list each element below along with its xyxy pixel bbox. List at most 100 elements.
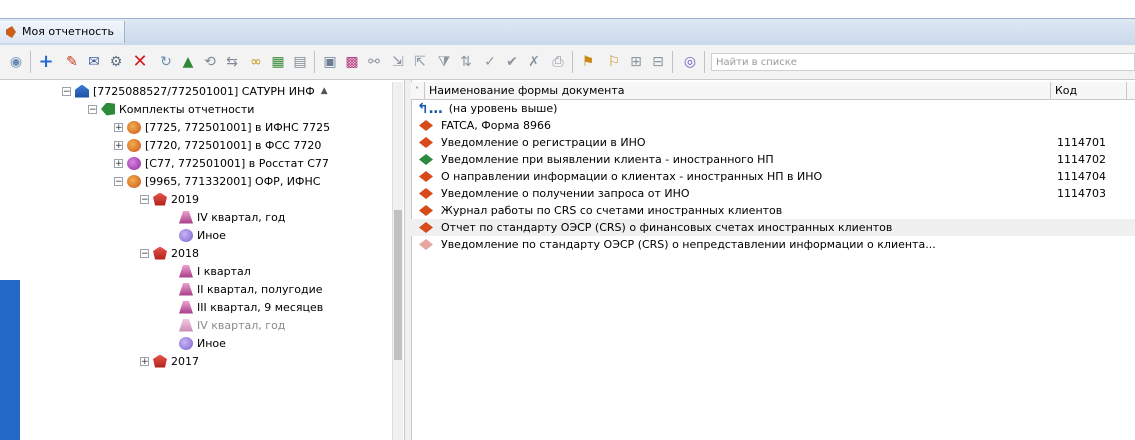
tree-node-2018-q2[interactable]: II квартал, полугодие <box>179 280 323 298</box>
scroll-up-icon[interactable]: ▲ <box>321 86 328 96</box>
table-row[interactable]: Уведомление при выявлении клиента - инос… <box>411 151 1135 168</box>
tree-node-organization[interactable]: − [7725088527/772501001] САТУРН ИНФ ▲ <box>62 82 328 100</box>
tree-node-2018-q3[interactable]: III квартал, 9 месяцев <box>179 298 323 316</box>
flow-icon[interactable]: ⚯ <box>364 52 384 72</box>
form-icon <box>419 239 433 250</box>
chart-icon[interactable]: ▩ <box>342 52 362 72</box>
tree-scrollbar[interactable] <box>392 82 403 440</box>
expand-icon[interactable]: + <box>114 158 123 168</box>
table-row[interactable]: Уведомление о регистрации в ИНО 1114701 <box>411 134 1135 151</box>
view-icon[interactable]: ◉ <box>6 52 26 72</box>
send-icon[interactable]: ✉ <box>84 52 104 72</box>
tree-node-2019-q4[interactable]: IV квартал, год <box>179 208 285 226</box>
app-icon <box>6 26 16 38</box>
export-icon[interactable]: ⇲ <box>388 52 408 72</box>
tree-node-ifns-7725[interactable]: + [7725, 772501001] в ИФНС 7725 <box>114 118 330 136</box>
tools-icon[interactable]: ⚙ <box>106 52 126 72</box>
document-icon[interactable]: ▤ <box>290 52 310 72</box>
tree-node-ofr-9965[interactable]: − [9965, 771332001] ОФР, ИФНС <box>114 172 320 190</box>
authority-icon <box>127 174 141 188</box>
form-icon <box>419 120 433 131</box>
expand-icon[interactable]: + <box>114 122 123 132</box>
period-icon <box>179 282 193 296</box>
tree-node-2019-other[interactable]: Иное <box>179 226 226 244</box>
table-row[interactable]: FATCA, Форма 8966 <box>411 117 1135 134</box>
archive-icon[interactable]: ⚐ <box>604 52 624 72</box>
chain-icon[interactable]: ∞ <box>246 52 266 72</box>
tree-node-year-2017[interactable]: + 2017 <box>140 352 199 370</box>
period-icon <box>179 264 193 278</box>
sort-indicator-icon[interactable]: ˄ <box>411 82 425 99</box>
link-icon[interactable]: ⊟ <box>648 52 668 72</box>
authority-icon <box>127 138 141 152</box>
check-all-icon[interactable]: ✔ <box>502 52 522 72</box>
edit-icon[interactable]: ✎ <box>62 52 82 72</box>
check-icon[interactable]: ✓ <box>480 52 500 72</box>
table-row-selected[interactable]: Отчет по стандарту ОЭСР (CRS) о финансов… <box>411 219 1135 236</box>
tree-node-fss-7720[interactable]: + [7720, 772501001] в ФСС 7720 <box>114 136 321 154</box>
grid-icon[interactable]: ▦ <box>268 52 288 72</box>
other-icon <box>179 336 193 350</box>
collapse-icon[interactable]: − <box>140 248 149 258</box>
up-level-icon: ↰… <box>417 100 443 117</box>
collapse-icon[interactable]: − <box>88 104 97 114</box>
form-icon <box>419 188 433 199</box>
collapse-icon[interactable]: − <box>62 86 71 96</box>
tree-node-2018-other[interactable]: Иное <box>179 334 226 352</box>
year-icon <box>153 192 167 206</box>
import-icon[interactable]: ⇱ <box>410 52 430 72</box>
column-header-code[interactable]: Код <box>1051 82 1127 99</box>
expand-icon[interactable]: + <box>114 140 123 150</box>
delete-icon[interactable]: ✕ <box>130 52 150 72</box>
form-icon <box>419 205 433 216</box>
transfer-icon[interactable]: ⇆ <box>222 52 242 72</box>
scrollbar-thumb[interactable] <box>394 210 402 360</box>
expand-icon[interactable]: + <box>140 356 149 366</box>
window-titlebar: Моя отчетность <box>0 18 1135 46</box>
period-icon <box>179 210 193 224</box>
form-icon <box>419 171 433 182</box>
table-row[interactable]: Уведомление по стандарту ОЭСР (CRS) о не… <box>411 236 1135 253</box>
network-icon[interactable]: ⊞ <box>626 52 646 72</box>
upload-icon[interactable]: ▲ <box>178 52 198 72</box>
table-row[interactable]: Журнал работы по CRS со счетами иностран… <box>411 202 1135 219</box>
tree-node-report-sets[interactable]: − Комплекты отчетности <box>88 100 254 118</box>
filter-icon[interactable]: ⧩ <box>434 52 454 72</box>
tree-node-year-2019[interactable]: − 2019 <box>140 190 199 208</box>
print-icon[interactable]: ⎙ <box>548 52 568 72</box>
table-row[interactable]: О направлении информации о клиентах - ин… <box>411 168 1135 185</box>
tree-node-year-2018[interactable]: − 2018 <box>140 244 199 262</box>
collapse-icon[interactable]: − <box>114 176 123 186</box>
documents-grid: ˄ Наименование формы документа Код ↰… (н… <box>411 80 1135 440</box>
column-header-name[interactable]: Наименование формы документа <box>425 82 1051 99</box>
search-input[interactable]: Найти в списке <box>711 53 1135 71</box>
up-level-row[interactable]: ↰… (на уровень выше) <box>411 100 1135 117</box>
tree-node-2018-q4[interactable]: IV квартал, год <box>179 316 285 334</box>
refresh-icon[interactable]: ↻ <box>156 52 176 72</box>
tree-node-rosstat-c77[interactable]: + [С77, 772501001] в Росстат С77 <box>114 154 329 172</box>
other-icon <box>179 228 193 242</box>
table-row[interactable]: Уведомление о получении запроса от ИНО 1… <box>411 185 1135 202</box>
desktop-edge <box>0 280 20 440</box>
tab-my-reports[interactable]: Моя отчетность <box>0 21 126 43</box>
add-button[interactable]: + <box>36 52 56 72</box>
year-icon <box>153 246 167 260</box>
tab-title: Моя отчетность <box>22 25 115 38</box>
form-icon <box>419 154 433 165</box>
uncheck-icon[interactable]: ✗ <box>524 52 544 72</box>
sort-icon[interactable]: ⇅ <box>456 52 476 72</box>
organization-icon <box>75 84 89 98</box>
settings-icon[interactable]: ⚑ <box>578 52 598 72</box>
year-icon <box>153 354 167 368</box>
help-icon[interactable]: ◎ <box>680 52 700 72</box>
tree-node-2018-q1[interactable]: I квартал <box>179 262 251 280</box>
tree-panel: − [7725088527/772501001] САТУРН ИНФ ▲ − … <box>52 80 402 440</box>
authority-icon <box>127 120 141 134</box>
toolbar: ◉ + ✎ ✉ ⚙ ✕ ↻ ▲ ⟲ ⇆ ∞ ▦ ▤ ▣ ▩ ⚯ ⇲ ⇱ ⧩ ⇅ … <box>0 45 1135 80</box>
period-icon <box>179 300 193 314</box>
period-icon <box>179 318 193 332</box>
sync-icon[interactable]: ⟲ <box>200 52 220 72</box>
form-icon <box>419 137 433 148</box>
collapse-icon[interactable]: − <box>140 194 149 204</box>
table-icon[interactable]: ▣ <box>320 52 340 72</box>
